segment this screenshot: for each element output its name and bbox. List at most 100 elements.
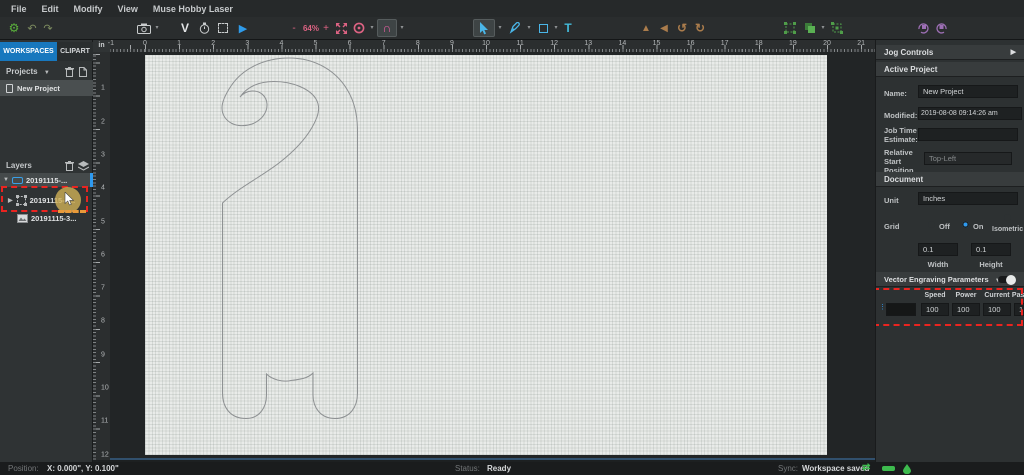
document-area[interactable] xyxy=(145,55,827,455)
position-value: X: 0.000", Y: 0.100" xyxy=(47,464,119,473)
vector-icon: V xyxy=(181,21,189,35)
zoom-level[interactable]: 64% xyxy=(299,19,323,37)
frame-icon xyxy=(218,23,228,33)
weld-button[interactable] xyxy=(914,19,932,37)
timer-button[interactable] xyxy=(195,19,213,37)
copy-layers-icon xyxy=(804,22,816,34)
h-ruler-number: 2 xyxy=(211,40,215,47)
unit-select[interactable] xyxy=(918,192,1018,205)
vector-layer-icon xyxy=(12,177,23,184)
h-ruler-number: -1 xyxy=(108,40,114,47)
flip-horizontal-icon: ◀ xyxy=(660,23,668,34)
menu-item-modify[interactable]: Modify xyxy=(74,4,103,14)
job-time-input[interactable] xyxy=(918,128,1018,141)
flip-vertical-button[interactable]: ▲ xyxy=(638,19,654,37)
frame-button[interactable] xyxy=(214,19,232,37)
menu-item-view[interactable]: View xyxy=(118,4,138,14)
mouse-cursor-icon xyxy=(64,192,74,206)
zoom-fit-button[interactable] xyxy=(332,19,350,37)
horizontal-scrollbar[interactable] xyxy=(110,458,875,460)
text-tool-button[interactable]: T xyxy=(560,19,576,37)
flip-horizontal-button[interactable]: ◀ xyxy=(656,19,672,37)
shape-dropdown[interactable]: ▾ xyxy=(552,19,560,37)
grid-off-radio[interactable] xyxy=(928,221,935,228)
rotate-copy-icon xyxy=(917,22,929,34)
cursor-icon xyxy=(479,22,489,35)
tab-workspaces[interactable]: WORKSPACES xyxy=(0,42,57,61)
paste-in-place-button[interactable] xyxy=(828,19,846,37)
sync-arrows-icon: ⇄ xyxy=(862,462,870,473)
jog-controls-header[interactable]: Jog Controls ▶ xyxy=(876,45,1024,60)
start-position-select[interactable] xyxy=(924,152,1012,165)
h-ruler-number: 14 xyxy=(618,40,626,47)
pan-button[interactable] xyxy=(351,19,367,37)
grid-width-input[interactable] xyxy=(918,243,958,256)
redo-button[interactable]: ↷ xyxy=(40,19,56,37)
h-ruler-number: 20 xyxy=(823,40,831,47)
group-select-button[interactable] xyxy=(781,19,799,37)
chevron-down-icon[interactable]: ▼ xyxy=(44,70,50,76)
duplicate-dropdown[interactable]: ▾ xyxy=(819,19,827,37)
run-job-button[interactable]: ▶ xyxy=(234,19,252,37)
select-dropdown[interactable]: ▾ xyxy=(496,19,504,37)
snap-tool-button[interactable]: ∩ xyxy=(377,19,397,37)
active-project-header[interactable]: Active Project xyxy=(876,62,1024,77)
sync-label: Sync: xyxy=(778,464,798,473)
pan-dropdown[interactable]: ▾ xyxy=(368,19,376,37)
vector-tool-button[interactable]: V xyxy=(177,19,193,37)
delete-layer-icon[interactable] xyxy=(65,161,74,171)
duplicate-button[interactable] xyxy=(801,19,819,37)
select-tool-button[interactable] xyxy=(473,19,495,37)
camera-button[interactable] xyxy=(135,19,153,37)
unweld-button[interactable] xyxy=(933,19,951,37)
delete-project-icon[interactable] xyxy=(65,67,74,77)
rotate-ccw-button[interactable]: ↺ xyxy=(674,19,690,37)
document-section-header[interactable]: Document xyxy=(876,172,1024,187)
project-name-input[interactable] xyxy=(918,85,1018,98)
unit-label: Unit xyxy=(884,196,899,205)
rotate-cw-button[interactable]: ↻ xyxy=(692,19,708,37)
layer-item-group[interactable]: ▼ 20191115-... xyxy=(0,173,93,187)
project-item[interactable]: New Project xyxy=(0,80,93,96)
stopwatch-icon xyxy=(199,22,210,34)
shape-tool-button[interactable] xyxy=(534,19,552,37)
modified-input[interactable] xyxy=(918,107,1022,120)
v-ruler-number: 11 xyxy=(101,418,108,425)
application-window: File Edit Modify View Muse Hobby Laser ⚙ ↶ ↷… xyxy=(0,0,1024,475)
layer-item-image[interactable]: 20191115-3... xyxy=(0,211,93,225)
h-ruler-number: 17 xyxy=(721,40,729,47)
file-icon xyxy=(6,84,13,93)
pen-tool-button[interactable] xyxy=(506,19,524,37)
width-label: Width xyxy=(918,260,958,269)
menu-item-edit[interactable]: Edit xyxy=(42,4,59,14)
undo-button[interactable]: ↶ xyxy=(24,19,40,37)
toolbar: ⚙ ↶ ↷ ▾ V ▶ - 64% + ▾ ∩ ▾ ▾ ▾ xyxy=(0,17,1024,40)
settings-button[interactable]: ⚙ xyxy=(5,19,23,37)
pen-dropdown[interactable]: ▾ xyxy=(525,19,533,37)
undo-icon: ↶ xyxy=(27,22,36,35)
gear-icon: ⚙ xyxy=(9,21,20,35)
snap-dropdown[interactable]: ▾ xyxy=(398,19,406,37)
vector-engraving-header[interactable]: Vector Engraving Parameters ▼ xyxy=(876,272,1024,287)
new-project-icon[interactable] xyxy=(79,67,87,77)
play-icon: ▶ xyxy=(239,22,247,35)
collapse-icon[interactable]: ▼ xyxy=(3,177,9,183)
v-ruler-number: 2 xyxy=(101,118,105,125)
grid-on-radio[interactable] xyxy=(962,221,969,228)
sync-value: Workspace saved xyxy=(802,464,869,473)
isometric-radio[interactable] xyxy=(1004,214,1011,221)
zoom-in-button[interactable]: + xyxy=(322,19,330,37)
camera-dropdown[interactable]: ▾ xyxy=(153,19,161,37)
h-ruler: -10123456789101112131415161718192021 xyxy=(110,40,875,52)
tab-clipart[interactable]: CLIPART xyxy=(57,42,93,61)
menu-item-muse-hobby-laser[interactable]: Muse Hobby Laser xyxy=(153,4,233,14)
vector-engraving-toggle[interactable] xyxy=(998,276,1014,283)
menu-item-file[interactable]: File xyxy=(11,4,27,14)
connection-bar-icon xyxy=(882,466,895,471)
add-layer-icon[interactable] xyxy=(78,161,89,171)
grid-off-label: Off xyxy=(939,222,950,231)
door-hanger-shape[interactable] xyxy=(145,55,827,455)
zoom-out-button[interactable]: - xyxy=(290,19,298,37)
canvas-viewport[interactable] xyxy=(110,52,875,460)
grid-height-input[interactable] xyxy=(971,243,1011,256)
